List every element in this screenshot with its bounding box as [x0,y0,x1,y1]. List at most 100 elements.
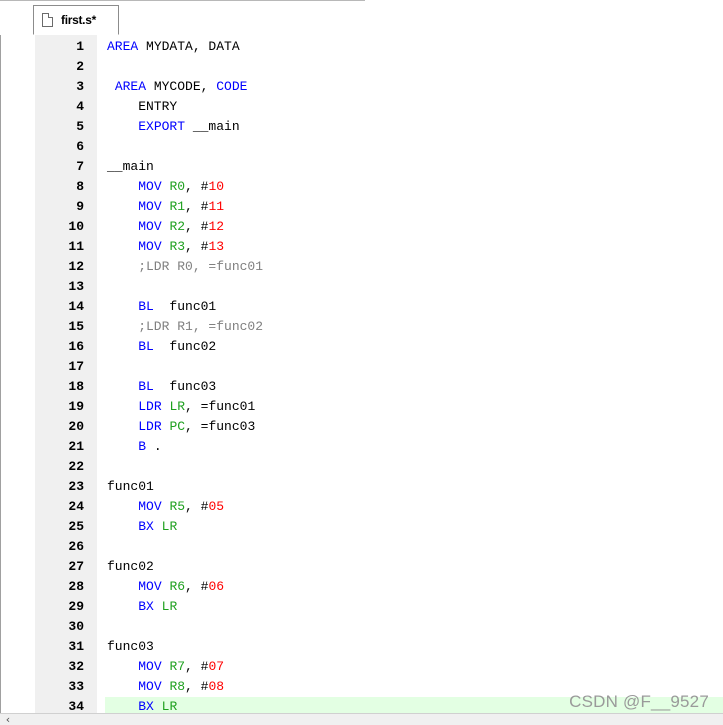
code-text: MOV R2, #12 [105,217,723,237]
code-line[interactable]: 5 EXPORT __main [1,117,723,137]
line-number: 5 [76,119,84,134]
line-number: 13 [68,279,84,294]
code-line[interactable]: 30 [1,617,723,637]
code-line[interactable]: 32 MOV R7, #07 [1,657,723,677]
code-text: AREA MYCODE, CODE [105,77,723,97]
code-line[interactable]: 10 MOV R2, #12 [1,217,723,237]
code-line[interactable]: 22 [1,457,723,477]
code-line[interactable]: 11 MOV R3, #13 [1,237,723,257]
code-line[interactable]: 28 MOV R6, #06 [1,577,723,597]
code-line[interactable]: 9 MOV R1, #11 [1,197,723,217]
code-text: AREA MYDATA, DATA [105,37,723,57]
line-number: 21 [68,439,84,454]
code-text: MOV R1, #11 [105,197,723,217]
line-number: 22 [68,459,84,474]
code-line[interactable]: 19 LDR LR, =func01 [1,397,723,417]
code-line[interactable]: 4 ENTRY [1,97,723,117]
code-line[interactable]: 20 LDR PC, =func03 [1,417,723,437]
tab-first-s[interactable]: first.s* [33,5,119,35]
code-token-plain: . [146,439,162,454]
code-lines: 1 AREA MYDATA, DATA 2 3 AREA MYCODE, CODE 4… [1,37,723,713]
code-token-kw: MOV [138,179,162,194]
code-line[interactable]: 21 B . [1,437,723,457]
code-token-plain: , # [185,499,209,514]
code-line[interactable]: 13 [1,277,723,297]
code-token-plain: , # [185,579,209,594]
line-number: 7 [76,159,84,174]
code-token-plain: MYDATA, DATA [138,39,240,54]
code-line[interactable]: 16 BL func02 [1,337,723,357]
code-editor[interactable]: 1 AREA MYDATA, DATA 2 3 AREA MYCODE, CODE 4… [0,35,723,713]
code-text: MOV R0, #10 [105,177,723,197]
code-line[interactable]: 18 BL func03 [1,377,723,397]
code-token-plain: , =func03 [185,419,256,434]
code-line[interactable]: 6 [1,137,723,157]
code-token-kw: MOV [138,199,162,214]
code-token-num: 10 [208,179,225,194]
code-token-plain: , # [185,239,209,254]
code-token-reg: R2 [169,219,186,234]
code-token-kw: BL [138,379,154,394]
code-token-kw: B [138,439,147,454]
code-line[interactable]: 14 BL func01 [1,297,723,317]
line-number: 20 [68,419,84,434]
code-text: EXPORT __main [105,117,723,137]
code-line[interactable]: 12 ;LDR R0, =func01 [1,257,723,277]
code-token-reg: R0 [169,179,186,194]
code-text: ;LDR R1, =func02 [105,317,723,337]
line-number: 17 [68,359,84,374]
code-line[interactable]: 27 func02 [1,557,723,577]
code-token-plain: func03 [107,639,154,654]
code-token-reg: LR [161,699,178,713]
code-line[interactable]: 7 __main [1,157,723,177]
code-line[interactable]: 24 MOV R5, #05 [1,497,723,517]
code-line[interactable]: 8 MOV R0, #10 [1,177,723,197]
code-token-kw: MOV [138,239,162,254]
code-token-kw: EXPORT [138,119,186,134]
code-line[interactable]: 2 [1,57,723,77]
code-token-num: 11 [208,199,225,214]
code-line[interactable]: 15 ;LDR R1, =func02 [1,317,723,337]
code-token-num: 05 [208,499,225,514]
code-token-plain: , # [185,219,209,234]
line-number: 30 [68,619,84,634]
line-number: 28 [68,579,84,594]
code-line[interactable]: 23 func01 [1,477,723,497]
code-line[interactable]: 26 [1,537,723,557]
line-number: 8 [76,179,84,194]
line-number: 9 [76,199,84,214]
code-line[interactable]: 29 BX LR [1,597,723,617]
code-line[interactable]: 31 func03 [1,637,723,657]
line-number: 10 [68,219,84,234]
code-token-kw: LDR [138,399,162,414]
code-token-reg: R5 [169,499,186,514]
line-number: 33 [68,679,84,694]
code-text: MOV R6, #06 [105,577,723,597]
code-text: B . [105,437,723,457]
line-number: 24 [68,499,84,514]
code-line[interactable]: 1 AREA MYDATA, DATA [1,37,723,57]
line-number: 16 [68,339,84,354]
code-text: BX LR [105,517,723,537]
code-line[interactable]: 3 AREA MYCODE, CODE [1,77,723,97]
line-number: 3 [76,79,84,94]
code-line[interactable]: 17 [1,357,723,377]
code-text: MOV R5, #05 [105,497,723,517]
horizontal-scrollbar[interactable]: ‹ [0,713,723,725]
code-line[interactable]: 25 BX LR [1,517,723,537]
chevron-left-icon[interactable]: ‹ [2,714,14,725]
code-token-kw: MOV [138,659,162,674]
code-text: ;LDR R0, =func01 [105,257,723,277]
code-token-kw: AREA [114,79,147,94]
code-token-kw: BL [138,339,154,354]
